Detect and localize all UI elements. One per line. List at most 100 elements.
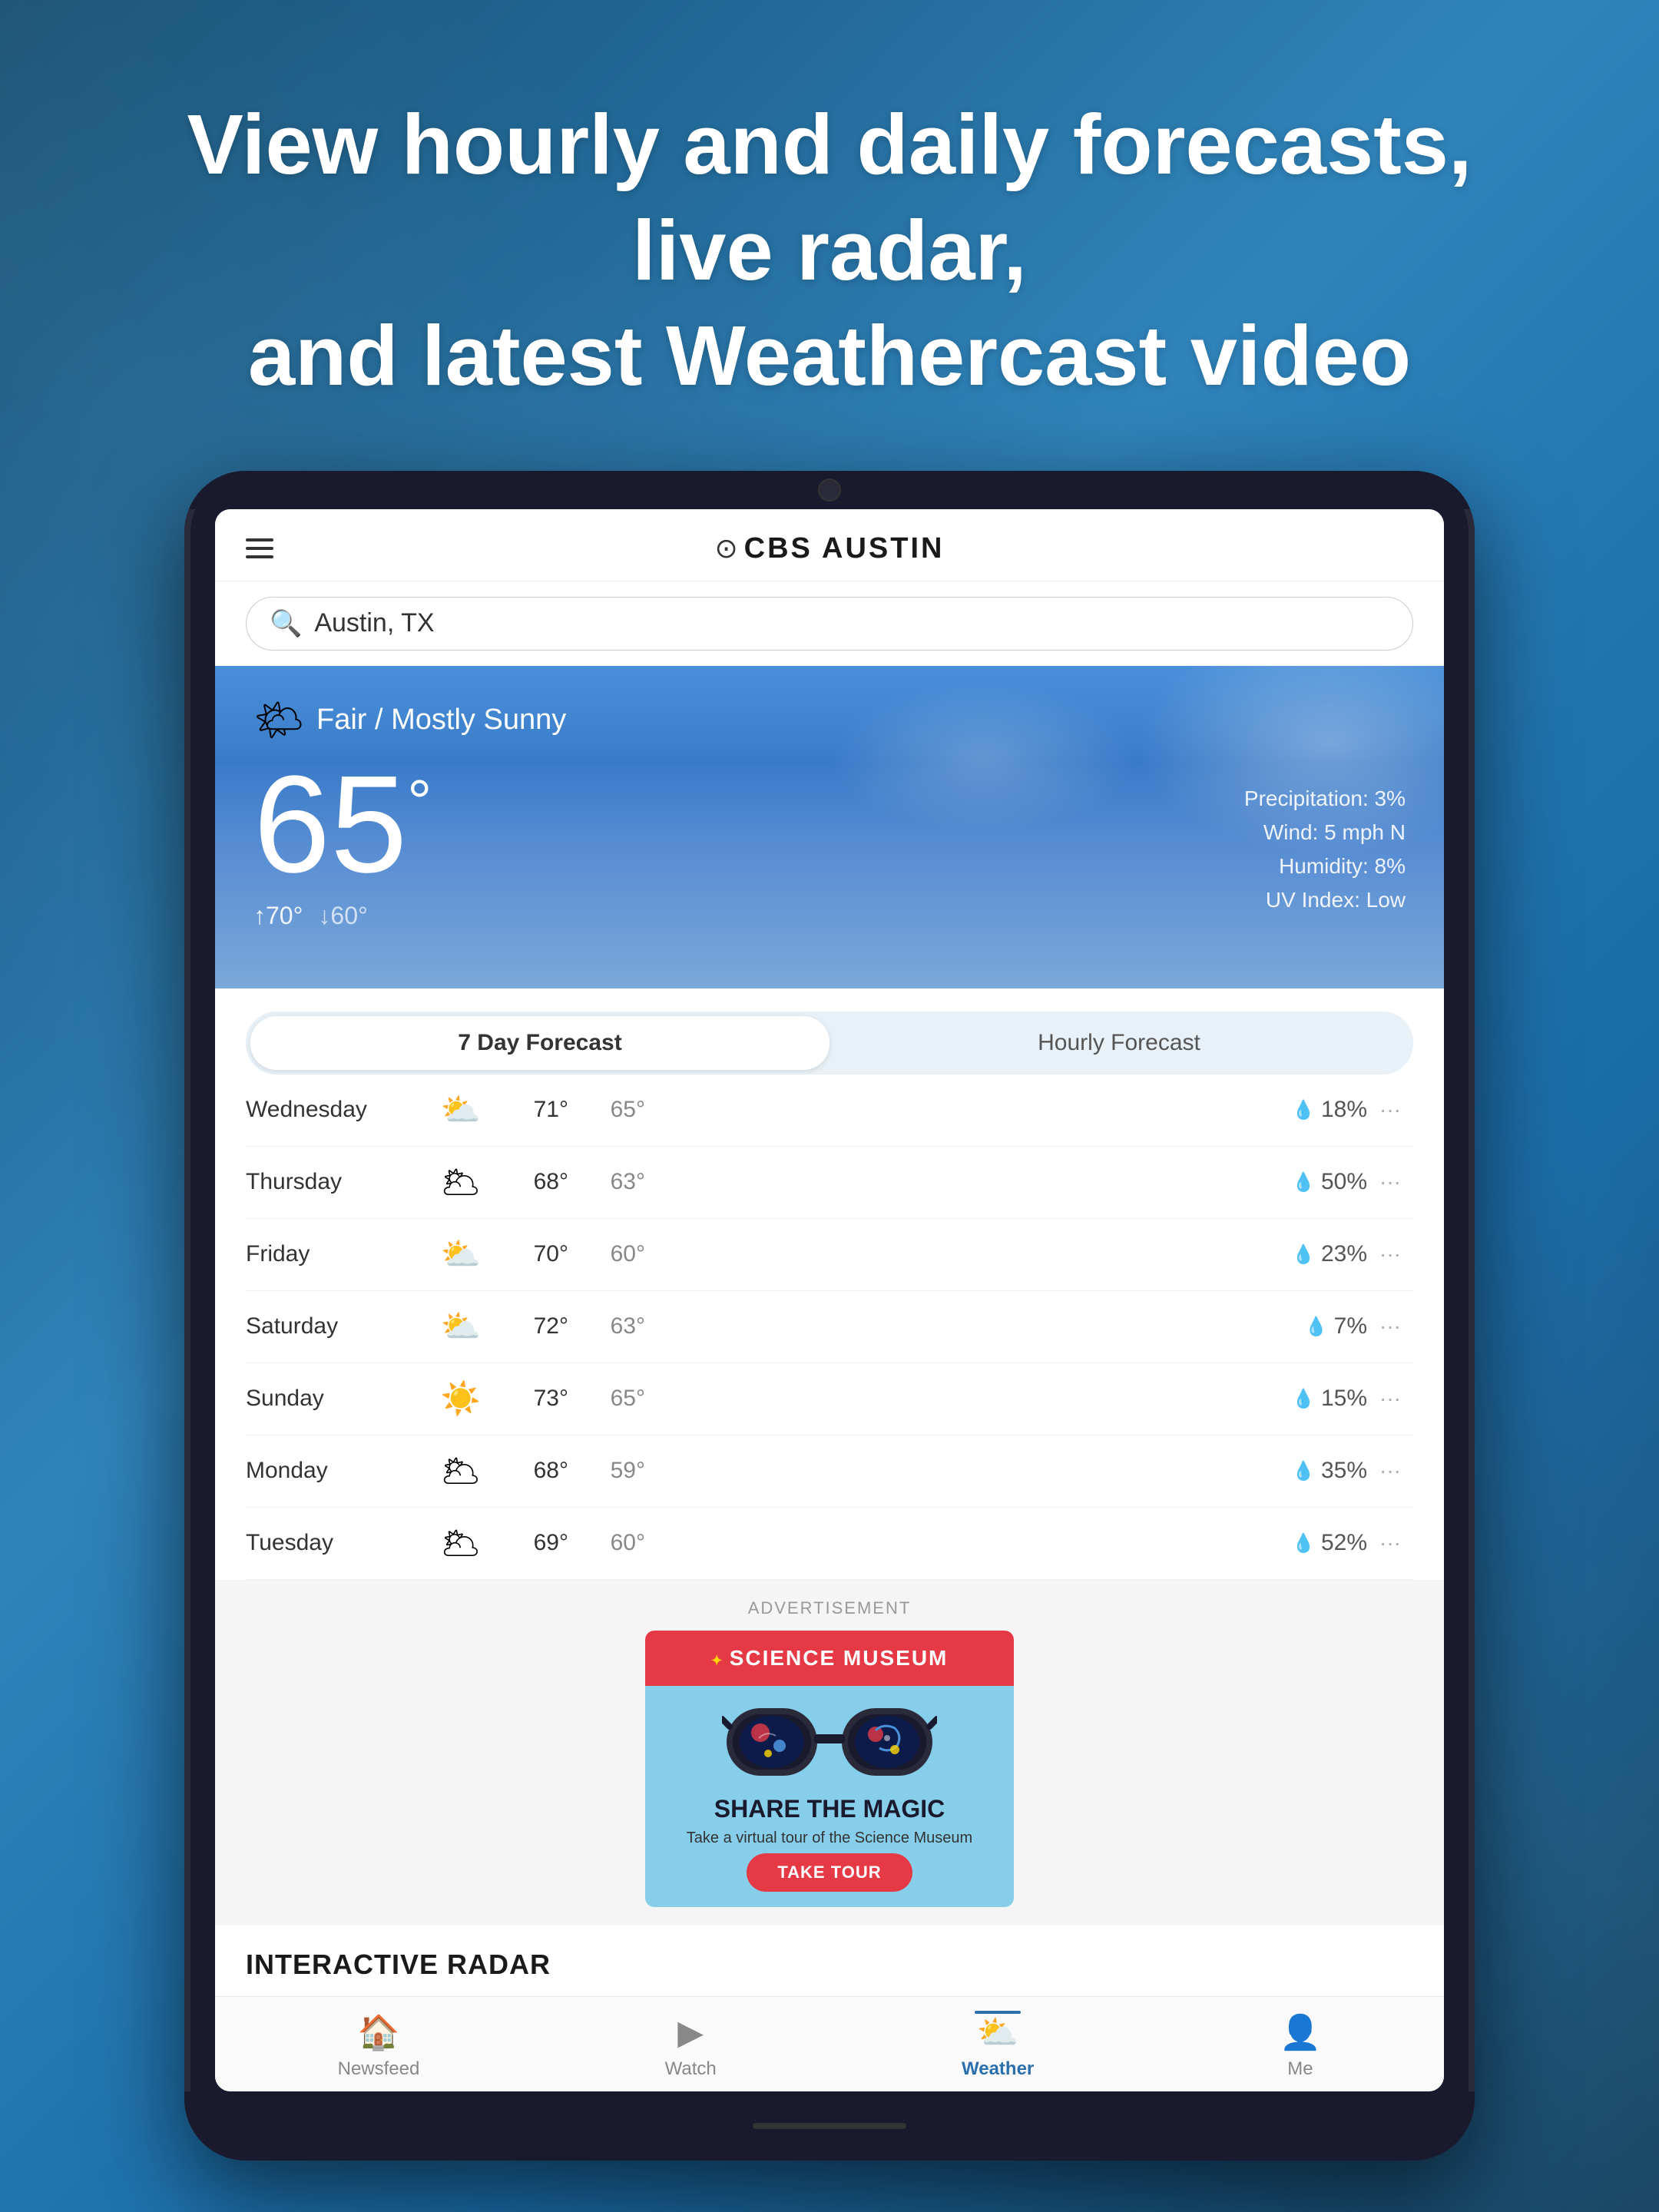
cbs-eye-icon: ⊙ [715, 532, 738, 565]
tablet-home-bar [753, 2123, 906, 2129]
newsfeed-icon: 🏠 [358, 2012, 400, 2052]
forecast-precip: 💧 50% [1275, 1169, 1367, 1195]
tab-7day[interactable]: 7 Day Forecast [250, 1016, 830, 1070]
weather-condition-icon: 🌤 [253, 697, 304, 743]
nav-weather-label: Weather [962, 2058, 1034, 2080]
condition-text: Fair / Mostly Sunny [316, 704, 566, 737]
weather-nav-icon: ⛅ [977, 2012, 1019, 2052]
wind-detail: Wind: 5 mph N [1263, 820, 1406, 845]
forecast-high-temp: 68° [492, 1169, 568, 1195]
forecast-row[interactable]: Thursday 🌥 68° 63° 💧 50% ··· [246, 1147, 1413, 1219]
uv-index-detail: UV Index: Low [1266, 888, 1406, 912]
forecast-more-button[interactable]: ··· [1367, 1386, 1413, 1411]
temp-low: ↓60° [318, 902, 367, 930]
forecast-weather-icon: ⛅ [430, 1236, 492, 1273]
hamburger-menu-button[interactable] [246, 538, 273, 558]
ad-headline: SHARE THE MAGIC [661, 1795, 998, 1823]
ad-image [645, 1686, 1014, 1783]
forecast-row[interactable]: Sunday ☀️ 73° 65° 💧 15% ··· [246, 1363, 1413, 1435]
ad-bottom: SHARE THE MAGIC Take a virtual tour of t… [645, 1783, 1014, 1907]
radar-section: INTERACTIVE RADAR [215, 1926, 1444, 1996]
forecast-precip: 💧 23% [1275, 1241, 1367, 1267]
forecast-day: Thursday [246, 1169, 430, 1195]
nav-me-label: Me [1287, 2058, 1313, 2080]
forecast-day: Friday [246, 1241, 430, 1267]
forecast-high-temp: 70° [492, 1241, 568, 1267]
search-icon: 🔍 [270, 608, 302, 639]
forecast-row[interactable]: Wednesday ⛅ 71° 65° 💧 18% ··· [246, 1075, 1413, 1147]
temp-hi-lo: ↑70° ↓60° [253, 902, 432, 930]
app-promo-header: View hourly and daily forecasts, live ra… [138, 92, 1521, 409]
forecast-weather-icon: ☀️ [430, 1380, 492, 1418]
promo-line2: and latest Weathercast video [248, 309, 1411, 403]
forecast-day: Saturday [246, 1313, 430, 1339]
forecast-precip: 💧 15% [1275, 1386, 1367, 1412]
forecast-low-temp: 59° [568, 1458, 645, 1484]
forecast-row[interactable]: Friday ⛅ 70° 60° 💧 23% ··· [246, 1219, 1413, 1291]
glasses-svg [722, 1686, 937, 1783]
forecast-weather-icon: 🌥 [430, 1452, 492, 1490]
tab-hourly[interactable]: Hourly Forecast [830, 1016, 1409, 1070]
forecast-weather-icon: 🌥 [430, 1164, 492, 1201]
forecast-more-button[interactable]: ··· [1367, 1314, 1413, 1339]
forecast-precip: 💧 35% [1275, 1458, 1367, 1484]
forecast-row[interactable]: Saturday ⛅ 72° 63° 💧 7% ··· [246, 1291, 1413, 1363]
precip-drop-icon: 💧 [1292, 1388, 1315, 1410]
forecast-low-temp: 63° [568, 1169, 645, 1195]
forecast-more-button[interactable]: ··· [1367, 1459, 1413, 1483]
nav-weather[interactable]: ⛅ Weather [962, 2012, 1034, 2080]
forecast-list: Wednesday ⛅ 71° 65° 💧 18% ··· Thursday 🌥… [215, 1075, 1444, 1580]
forecast-high-temp: 73° [492, 1386, 568, 1412]
forecast-row[interactable]: Monday 🌥 68° 59° 💧 35% ··· [246, 1435, 1413, 1508]
ad-museum-name: ✦ SCIENCE MUSEUM [661, 1646, 998, 1671]
search-bar[interactable]: 🔍 Austin, TX [246, 597, 1413, 651]
search-input-value[interactable]: Austin, TX [314, 608, 434, 638]
nav-newsfeed[interactable]: 🏠 Newsfeed [338, 2012, 420, 2080]
forecast-high-temp: 71° [492, 1097, 568, 1123]
forecast-low-temp: 65° [568, 1386, 645, 1412]
forecast-more-button[interactable]: ··· [1367, 1170, 1413, 1194]
forecast-weather-icon: ⛅ [430, 1091, 492, 1129]
precip-drop-icon: 💧 [1292, 1460, 1315, 1482]
temp-high: ↑70° [253, 902, 303, 930]
bottom-nav: 🏠 Newsfeed ▶ Watch ⛅ Weather 👤 Me [215, 1996, 1444, 2091]
app-header: ⊙ CBS AUSTIN [215, 509, 1444, 581]
precipitation-detail: Precipitation: 3% [1244, 786, 1406, 811]
forecast-tabs: 7 Day Forecast Hourly Forecast [246, 1012, 1413, 1075]
temp-left: 65 ° ↑70° ↓60° [253, 756, 432, 930]
precip-drop-icon: 💧 [1305, 1316, 1328, 1338]
forecast-day: Wednesday [246, 1097, 430, 1123]
nav-newsfeed-label: Newsfeed [338, 2058, 420, 2080]
forecast-more-button[interactable]: ··· [1367, 1531, 1413, 1555]
radar-title: INTERACTIVE RADAR [246, 1949, 1413, 1981]
forecast-more-button[interactable]: ··· [1367, 1098, 1413, 1122]
precip-drop-icon: 💧 [1292, 1171, 1315, 1194]
forecast-more-button[interactable]: ··· [1367, 1242, 1413, 1267]
tablet-top-bar [184, 471, 1475, 509]
ad-take-tour-button[interactable]: TAKE TOUR [747, 1853, 912, 1892]
tablet-camera [818, 478, 841, 502]
nav-watch[interactable]: ▶ Watch [665, 2013, 717, 2080]
me-icon: 👤 [1280, 2012, 1322, 2052]
forecast-low-temp: 60° [568, 1530, 645, 1556]
watch-icon: ▶ [677, 2013, 704, 2052]
precip-drop-icon: 💧 [1292, 1532, 1315, 1555]
nav-watch-label: Watch [665, 2058, 717, 2080]
ad-subtext: Take a virtual tour of the Science Museu… [661, 1830, 998, 1847]
promo-line1: View hourly and daily forecasts, live ra… [187, 98, 1472, 298]
forecast-low-temp: 63° [568, 1313, 645, 1339]
weather-details: Precipitation: 3% Wind: 5 mph N Humidity… [1244, 756, 1406, 912]
forecast-high-temp: 69° [492, 1530, 568, 1556]
nav-me[interactable]: 👤 Me [1280, 2012, 1322, 2080]
ad-label: ADVERTISEMENT [246, 1598, 1413, 1618]
forecast-row[interactable]: Tuesday 🌥 69° 60° 💧 52% ··· [246, 1508, 1413, 1580]
forecast-day: Tuesday [246, 1530, 430, 1556]
forecast-low-temp: 60° [568, 1241, 645, 1267]
search-bar-container: 🔍 Austin, TX [215, 581, 1444, 666]
tablet-device: ⊙ CBS AUSTIN 🔍 Austin, TX 🌤 Fair / Mostl… [184, 471, 1475, 2161]
forecast-high-temp: 72° [492, 1313, 568, 1339]
ad-banner[interactable]: ✦ SCIENCE MUSEUM [645, 1631, 1014, 1907]
forecast-precip: 💧 7% [1275, 1313, 1367, 1339]
temperature-display: 65 ° [253, 756, 432, 894]
app-logo: ⊙ CBS AUSTIN [715, 532, 945, 565]
